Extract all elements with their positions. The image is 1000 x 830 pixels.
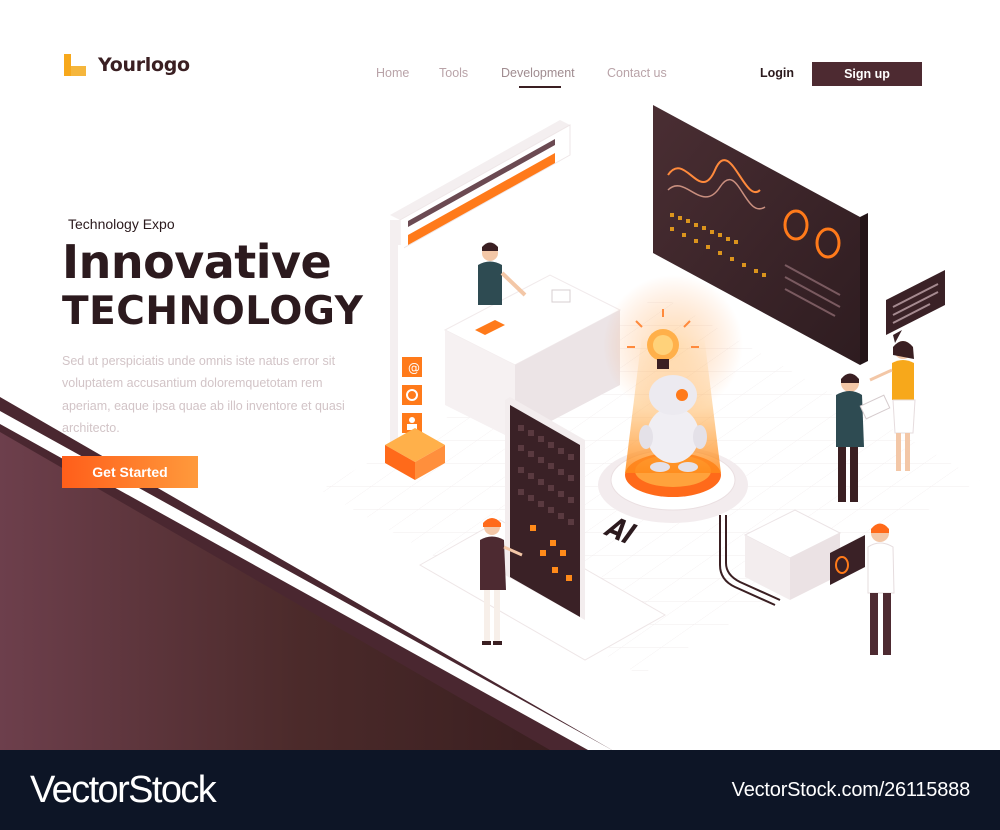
watermark-brand: VectorStock bbox=[30, 768, 217, 811]
isometric-tech-expo-illustration: @ AI bbox=[320, 105, 980, 675]
hero-eyebrow: Technology Expo bbox=[68, 216, 175, 232]
nav-home[interactable]: Home bbox=[376, 66, 409, 80]
watermark-footer: VectorStock VectorStock.com/26115888 bbox=[0, 750, 1000, 830]
get-started-button[interactable]: Get Started bbox=[62, 456, 198, 488]
man-at-ai-station bbox=[867, 523, 895, 655]
nav-active-indicator bbox=[519, 86, 561, 88]
nav-tools[interactable]: Tools bbox=[439, 66, 468, 80]
watermark-id: VectorStock.com/26115888 bbox=[731, 778, 971, 801]
login-link[interactable]: Login bbox=[760, 66, 794, 80]
nav-development[interactable]: Development bbox=[501, 66, 575, 80]
nav-contact-us[interactable]: Contact us bbox=[607, 66, 667, 80]
svg-text:@: @ bbox=[408, 361, 420, 375]
signup-button[interactable]: Sign up bbox=[812, 62, 922, 86]
speech-bubble bbox=[886, 270, 945, 343]
